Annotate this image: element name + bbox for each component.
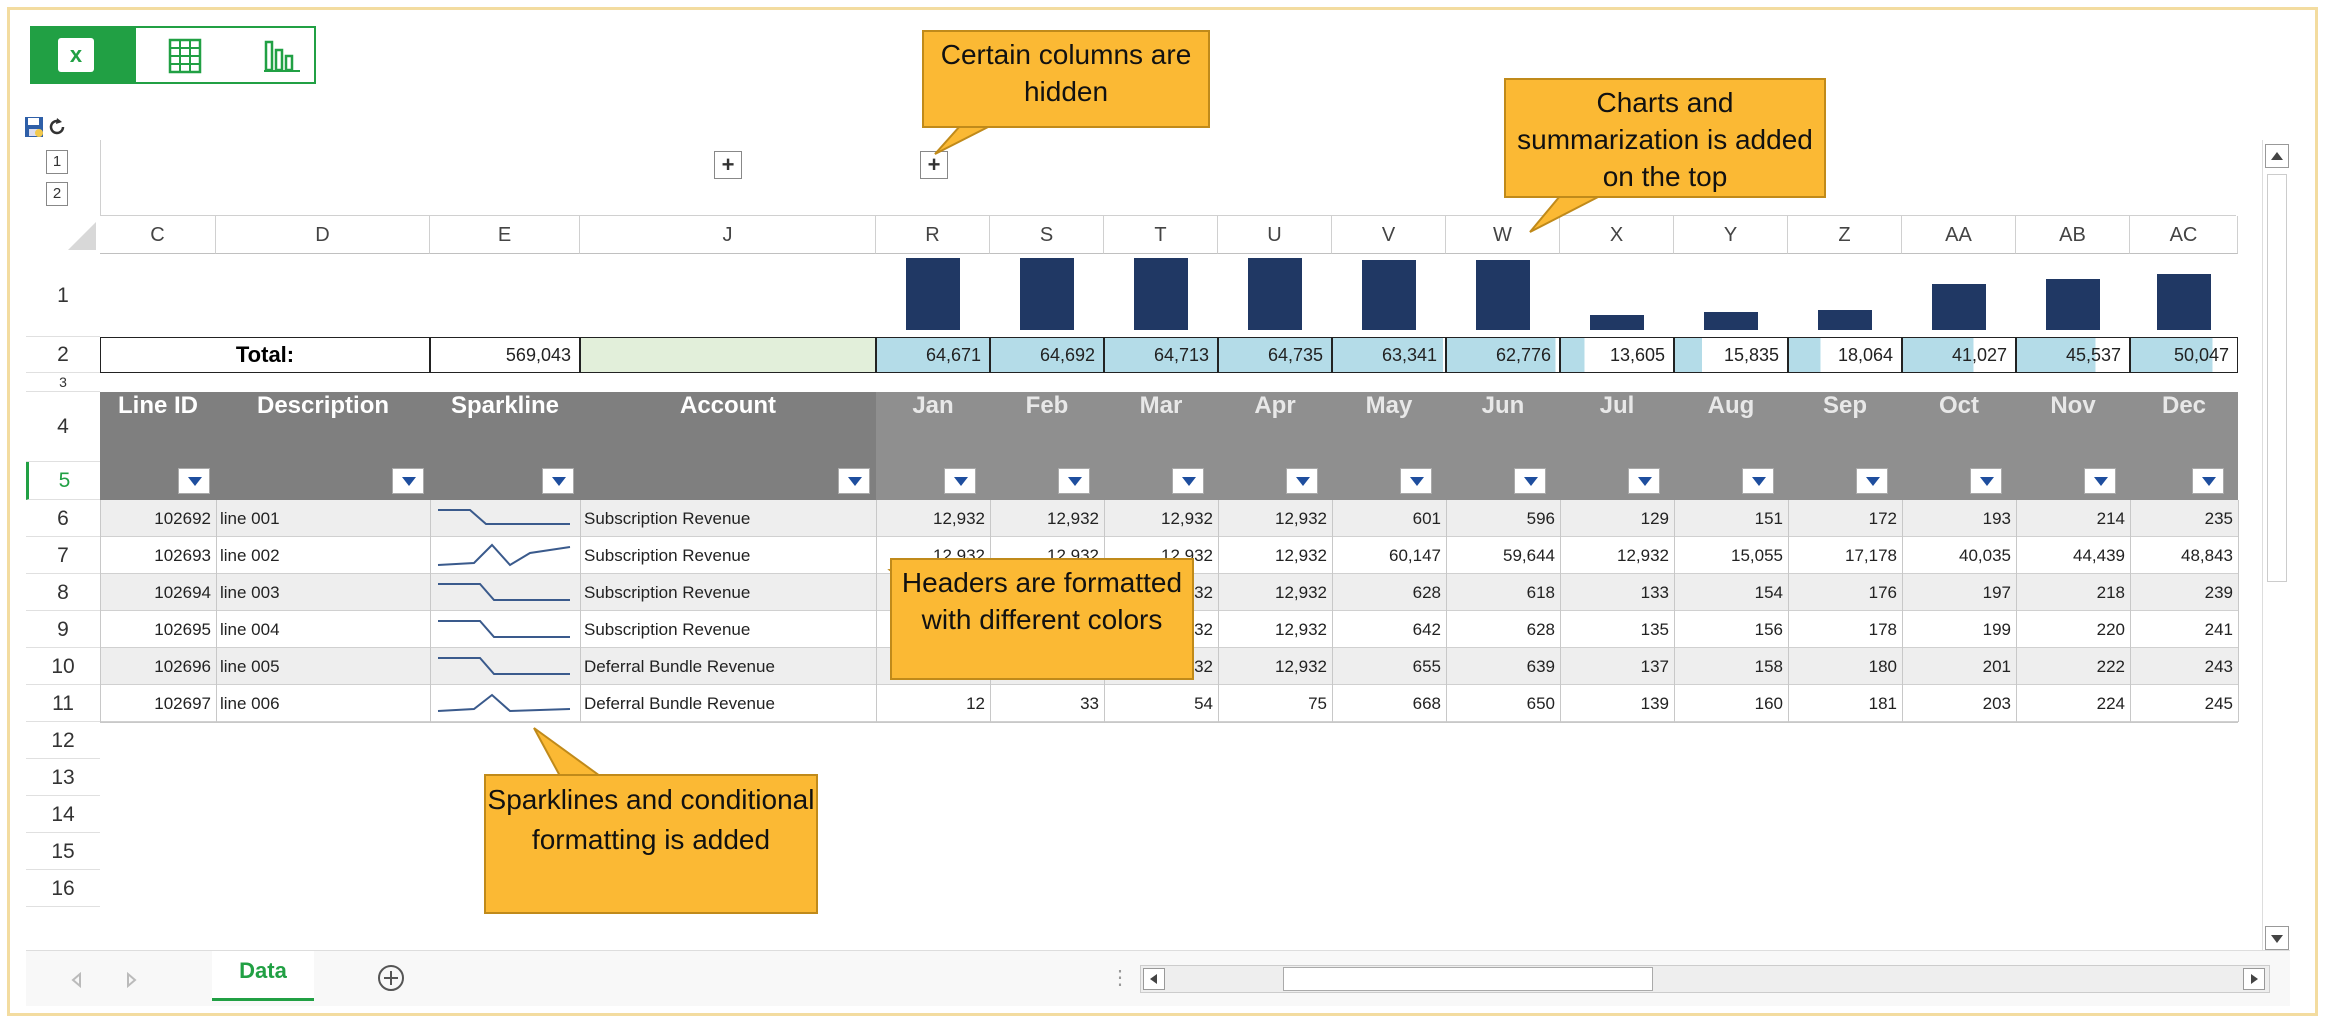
add-sheet-icon[interactable] — [376, 963, 406, 993]
callout-charts: Charts and summarization is added on the… — [1504, 78, 1826, 198]
tab-scroll-right-icon[interactable] — [124, 971, 138, 989]
callout-headers: Headers are formatted with different col… — [890, 558, 1194, 680]
scroll-left-arrow[interactable] — [1143, 968, 1165, 990]
scroll-up-arrow[interactable] — [2265, 144, 2289, 168]
callout-hidden-columns: Certain columns are hidden — [922, 30, 1210, 128]
horizontal-scroll-thumb[interactable] — [1283, 967, 1653, 991]
sheet-tab-bar: Data ⋮ — [26, 950, 2290, 1006]
callout-sparklines: Sparklines and conditional formatting is… — [484, 774, 818, 914]
vertical-scroll-thumb[interactable] — [2267, 174, 2287, 582]
splitter-handle[interactable]: ⋮ — [1110, 965, 1130, 990]
vertical-scrollbar[interactable] — [2262, 140, 2290, 956]
scroll-right-arrow[interactable] — [2243, 968, 2265, 990]
horizontal-scrollbar[interactable] — [1140, 965, 2270, 993]
callout-pointers — [533, 125, 1601, 777]
tab-scroll-left-icon[interactable] — [70, 971, 84, 989]
sheet-tab-data[interactable]: Data — [212, 951, 314, 1001]
scroll-down-arrow[interactable] — [2265, 926, 2289, 950]
